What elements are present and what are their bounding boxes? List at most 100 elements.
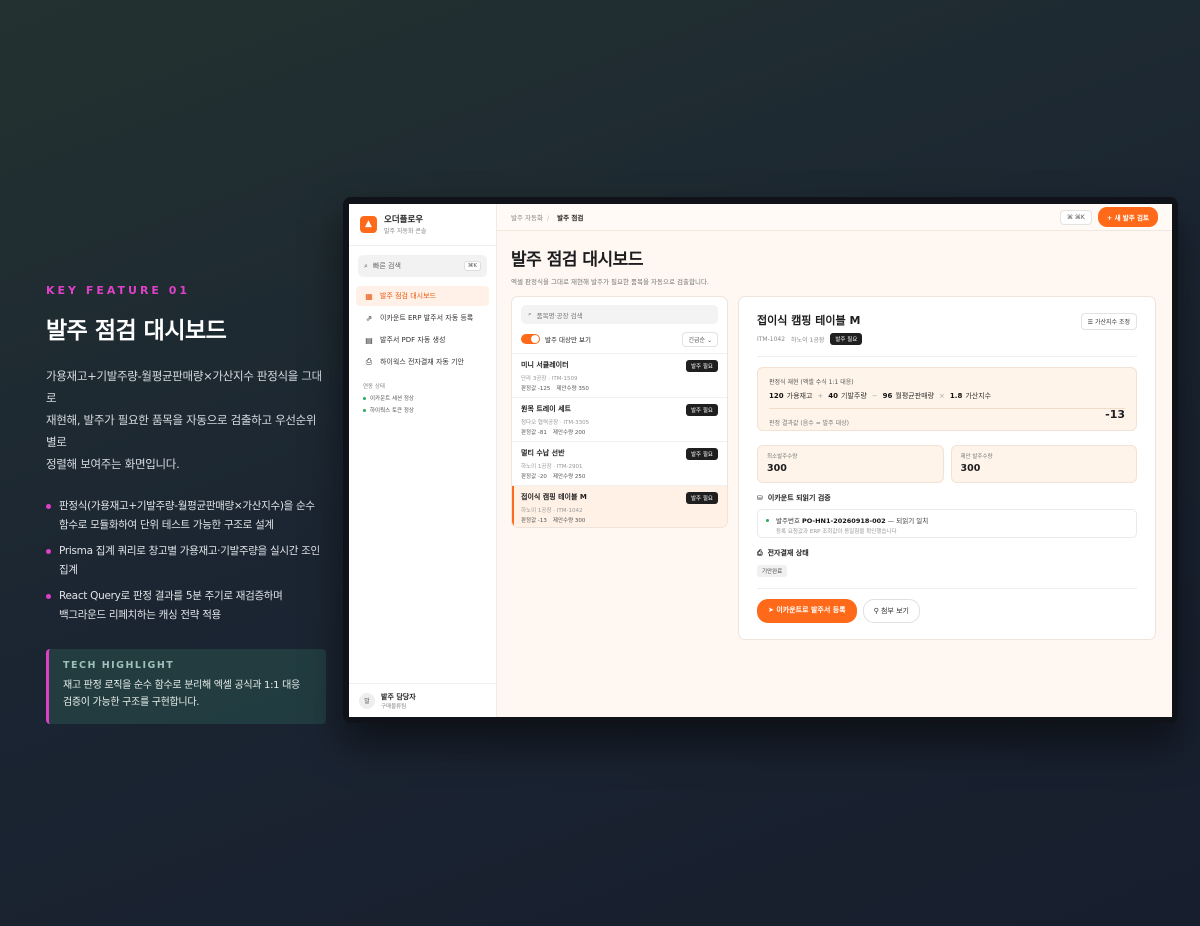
breadcrumb-current: 발주 점검 (557, 214, 584, 222)
status-badge: 발주 필요 (686, 492, 718, 504)
approval-section-title: ⎙ 전자결재 상태 (757, 548, 1137, 558)
feature-bullet: Prisma 집계 쿼리로 창고별 가용재고·기발주량을 실시간 조인 집계 (46, 542, 326, 580)
new-order-review-button[interactable]: + 새 발주 검토 (1097, 207, 1158, 227)
item-detail-panel: 접이식 캠핑 테이블 M ITM-1042 하노이 1공장 발주 필요 ☰ 가산… (738, 296, 1156, 640)
breadcrumb-parent[interactable]: 발주 자동화 (511, 214, 543, 222)
brand[interactable]: ▲ 오더플로우 발주 자동화 콘솔 (349, 204, 496, 246)
item-values: 판정값 -20 제안수량 250 (521, 472, 718, 480)
order-target-toggle[interactable] (521, 334, 540, 344)
quick-search[interactable]: ⌕ 빠른 검색 ⌘K (358, 255, 487, 277)
top-actions: ⌘ ⌘K + 새 발주 검토 (1060, 207, 1158, 227)
search-icon: ⌕ (528, 310, 532, 318)
search-icon: ⌕ (364, 261, 368, 270)
sidebar-item-label: 발주 점검 대시보드 (380, 292, 436, 300)
tech-highlight: TECH HIGHLIGHT 재고 판정 로직을 순수 함수로 분리해 엑셀 공… (46, 649, 326, 724)
brand-logo-icon: ▲ (360, 215, 377, 233)
tech-text: 재고 판정 로직을 순수 함수로 분리해 엑셀 공식과 1:1 대응 검증이 가… (63, 677, 312, 711)
status-badge: 발주 필요 (686, 360, 718, 372)
item-list-panel: ⌕ 품목명·공장 검색 발주 대상만 보기 긴급순 ⌄ 미니 서큘레이터 단라 … (511, 296, 728, 528)
adjust-label: 가산지수 조정 (1094, 319, 1130, 326)
page-subtitle: 엑셀 판정식을 그대로 재현해 발주가 필요한 품목을 자동으로 검출합니다. (511, 278, 709, 286)
tech-text-line: 검증이 가능한 구조를 구현합니다. (63, 697, 200, 708)
formula-value: 1.8 (949, 392, 963, 400)
formula-term: 가산지수 (965, 392, 992, 400)
bullet-text: 백그라운드 리페치하는 캐싱 전략 적용 (59, 609, 221, 621)
formula-operator: − (871, 392, 878, 400)
view-attachment-button[interactable]: ⚲ 첨부 보기 (862, 599, 920, 623)
sort-select[interactable]: 긴급순 ⌄ (682, 331, 718, 347)
item-judge: 판정값 -81 (521, 430, 547, 436)
result-label: 판정 결과값 (음수 = 발주 대상) (769, 420, 849, 427)
sidebar: ▲ 오더플로우 발주 자동화 콘솔 ⌕ 빠른 검색 ⌘K ▦ 발주 점검 대시보… (349, 204, 497, 717)
item-suggest: 제안수량 200 (552, 430, 586, 436)
send-icon: ➤ (768, 606, 774, 614)
formula-label: 판정식 재현 (엑셀 수식 1:1 대응) (769, 379, 854, 386)
quantity-row: 최소발주수량 300 제안 발주수량 300 (757, 445, 1137, 483)
list-item[interactable]: 멀티 수납 선반 하노이 1공장 · ITM-2901 판정값 -20 제안수량 … (512, 442, 727, 486)
suggest-order-qty-card: 제안 발주수량 300 (950, 445, 1137, 483)
bullet-text: 함수로 모듈화하여 단위 테스트 가능한 구조로 설계 (59, 519, 274, 531)
status-dot-icon (363, 408, 366, 412)
formula-card: 판정식 재현 (엑셀 수식 1:1 대응) 120 가용재고 +40 기발주량 −96 월… (757, 367, 1137, 431)
bullet-dot-icon (46, 504, 51, 509)
item-suggest: 제안수량 350 (556, 386, 589, 392)
item-meta: 청다오 협력공장 · ITM-3305 (521, 420, 590, 426)
item-values: 판정값 -125 제안수량 350 (521, 384, 718, 392)
send-icon: ⇗ (365, 313, 373, 323)
status-badge: 발주 필요 (686, 404, 718, 416)
verify-result-box: 발주번호 PO-HN1-20260918-002 — 되읽기 일치 등록 요청값… (757, 509, 1137, 538)
status-badge: 발주 필요 (686, 448, 718, 460)
item-list: 미니 서큘레이터 단라 3공장 · ITM-1509 판정값 -125 제안수량 … (512, 353, 727, 527)
adjust-multiplier-button[interactable]: ☰ 가산지수 조정 (1080, 313, 1137, 330)
formula-term: 가용재고 (786, 392, 813, 400)
list-item[interactable]: 미니 서큘레이터 단라 3공장 · ITM-1509 판정값 -125 제안수량 … (512, 354, 727, 398)
integration-status-row: 이카운트 세션 정상 (363, 394, 496, 402)
promo-panel: KEY FEATURE 01 발주 점검 대시보드 가용재고+기발주량-월평균판… (46, 284, 326, 724)
sidebar-item-label: 이카운트 ERP 발주서 자동 등록 (380, 314, 474, 322)
breadcrumb: 발주 자동화 / 발주 점검 (511, 212, 583, 222)
sidebar-item-pdf-generate[interactable]: ▤ 발주서 PDF 자동 생성 (356, 330, 489, 350)
list-item[interactable]: 원목 트레이 세트 청다오 협력공장 · ITM-3305 판정값 -81 제안수… (512, 398, 727, 442)
verify-section-title: ⛁ 이카운트 되읽기 검증 (757, 493, 1137, 503)
item-judge: 판정값 -13 (521, 518, 547, 524)
sliders-icon: ☰ (1087, 319, 1094, 326)
verify-main: 발주번호 PO-HN1-20260918-002 — 되읽기 일치 (768, 515, 1126, 525)
user-role: 구매물류팀 (381, 703, 407, 710)
item-search-input[interactable]: ⌕ 품목명·공장 검색 (521, 305, 718, 324)
divider (757, 588, 1137, 589)
avatar: 발 (359, 692, 375, 709)
item-meta: 단라 3공장 · ITM-1509 (521, 376, 578, 382)
list-item[interactable]: 접이식 캠핑 테이블 M 하노이 1공장 · ITM-1042 판정값 -13 제… (512, 486, 727, 527)
qty-label: 제안 발주수량 (960, 454, 993, 460)
item-search-placeholder: 품목명·공장 검색 (536, 311, 583, 320)
page-title: 발주 점검 대시보드 (511, 250, 643, 270)
topbar: 발주 자동화 / 발주 점검 ⌘ ⌘K + 새 발주 검토 (497, 204, 1172, 231)
sidebar-item-approval-draft[interactable]: ⎙ 하이웍스 전자결재 자동 기안 (356, 352, 489, 372)
divider (757, 356, 1137, 357)
status-text: 하이웍스 토큰 정상 (370, 408, 414, 414)
min-order-qty-card: 최소발주수량 300 (757, 445, 944, 483)
app-window: ▲ 오더플로우 발주 자동화 콘솔 ⌕ 빠른 검색 ⌘K ▦ 발주 점검 대시보… (349, 204, 1172, 717)
formula-term: 월평균판매량 (895, 392, 935, 400)
feature-bullet: 판정식(가용재고+기발주량-월평균판매량×가산지수)을 순수 함수로 모듈화하여 … (46, 497, 326, 535)
stamp-icon: ⎙ (365, 357, 373, 366)
formula-divider (769, 408, 1125, 409)
approval-status-chip: 기안완료 (757, 565, 788, 577)
user-profile[interactable]: 발 발주 담당자 구매물류팀 (349, 683, 496, 717)
integration-status-row: 하이웍스 토큰 정상 (363, 406, 496, 414)
bullet-text: React Query로 판정 결과를 5분 주기로 재검증하며 (59, 590, 283, 602)
item-values: 판정값 -81 제안수량 200 (521, 428, 718, 436)
promo-title: 발주 점검 대시보드 (46, 318, 227, 344)
tech-label: TECH HIGHLIGHT (63, 660, 175, 671)
item-suggest: 제안수량 250 (552, 474, 586, 480)
device-frame: ▲ 오더플로우 발주 자동화 콘솔 ⌕ 빠른 검색 ⌘K ▦ 발주 점검 대시보… (343, 197, 1178, 723)
command-palette-button[interactable]: ⌘ ⌘K (1060, 209, 1092, 225)
formula-value: 120 (769, 392, 784, 400)
stamp-icon: ⎙ (757, 548, 763, 557)
bullet-dot-icon (46, 594, 51, 599)
status-badge: 발주 필요 (830, 333, 863, 345)
sidebar-item-erp-register[interactable]: ⇗ 이카운트 ERP 발주서 자동 등록 (356, 308, 489, 328)
button-label: 이카운트로 발주서 등록 (776, 606, 846, 614)
sidebar-item-order-dashboard[interactable]: ▦ 발주 점검 대시보드 (356, 286, 489, 306)
register-order-button[interactable]: ➤ 이카운트로 발주서 등록 (757, 599, 857, 623)
